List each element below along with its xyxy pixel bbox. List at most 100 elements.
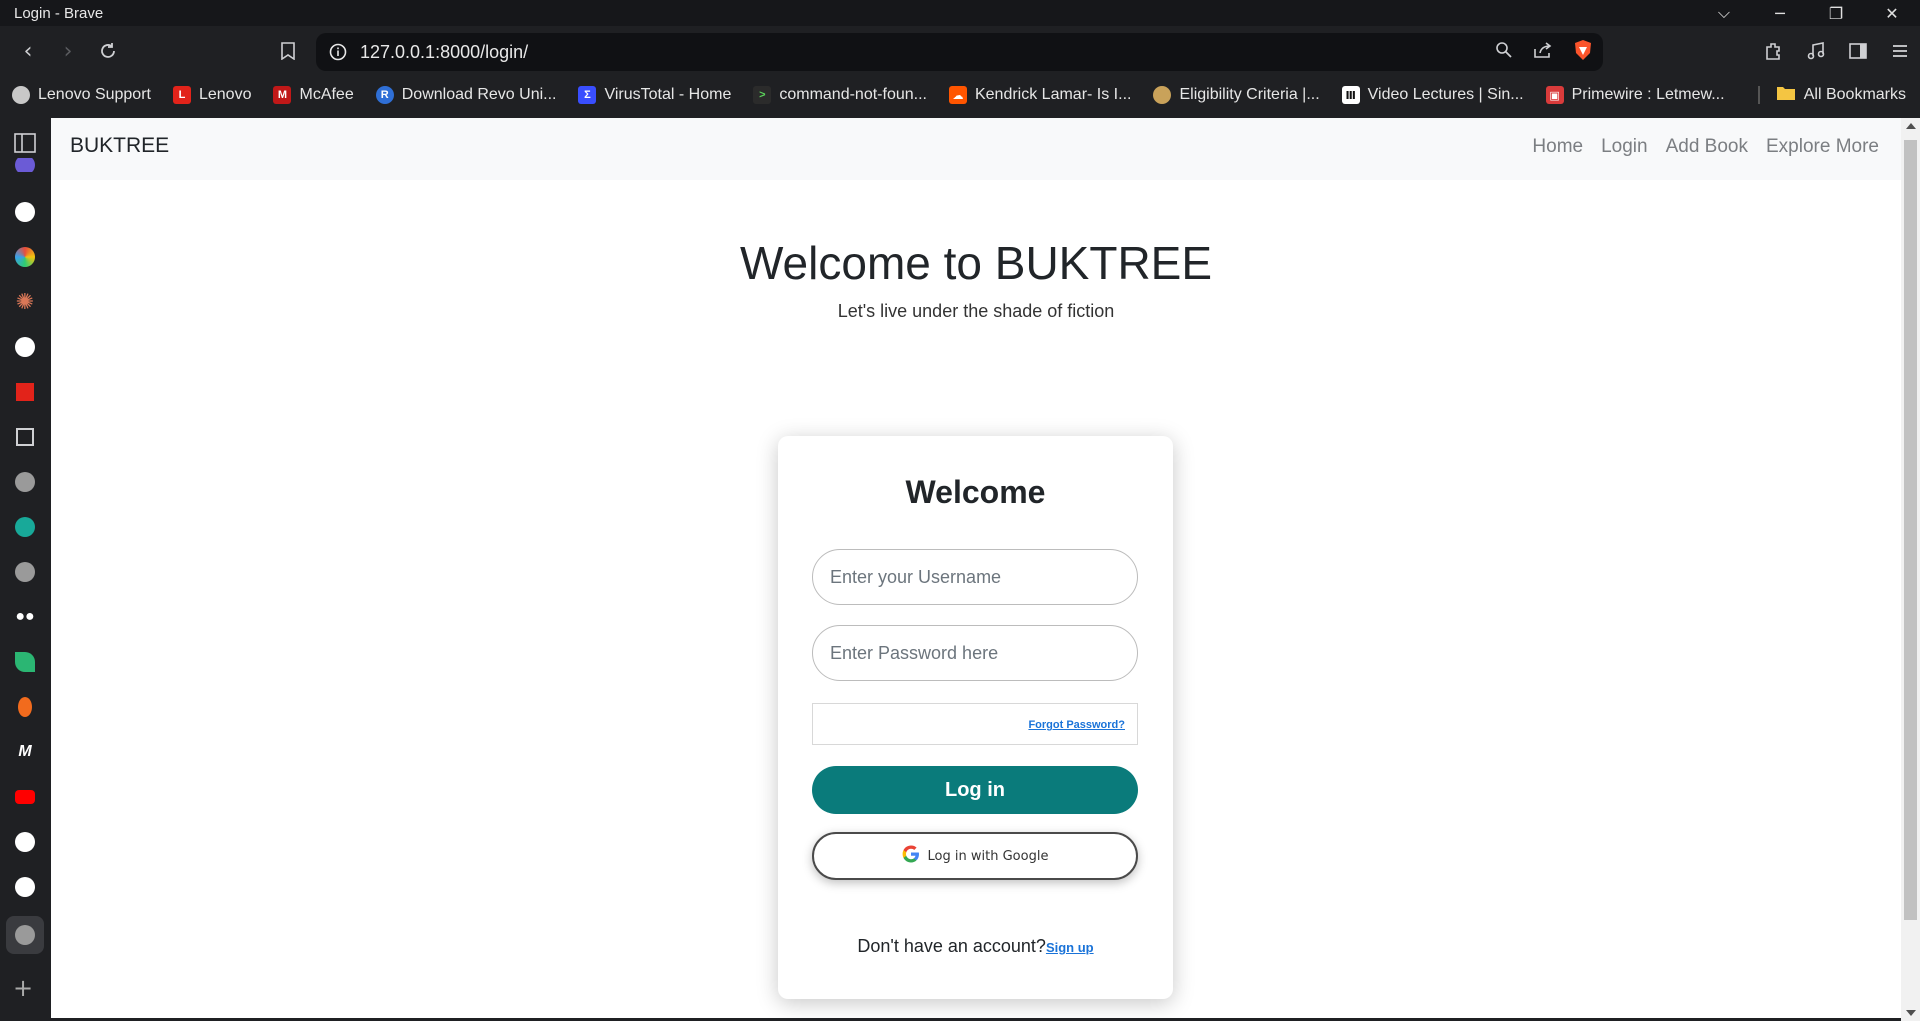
bookmark-label: command-not-foun... — [779, 86, 927, 103]
restore-icon[interactable]: ❐ — [1808, 0, 1864, 26]
minimize-icon[interactable]: ─ — [1752, 0, 1808, 26]
bookmark-label: Lenovo — [198, 86, 252, 103]
tab-search-icon[interactable]: ⌵ — [1696, 0, 1752, 26]
extensions-icon[interactable] — [1762, 39, 1786, 63]
fire-icon[interactable] — [12, 694, 38, 720]
m-icon[interactable]: M — [12, 739, 38, 765]
bookmark-label: Download Revo Uni... — [401, 86, 557, 103]
site-info-icon[interactable] — [316, 43, 360, 61]
bookmark-item[interactable]: Eligibility Criteria |... — [1153, 86, 1320, 104]
github-icon[interactable] — [12, 829, 38, 855]
globe-icon[interactable] — [12, 559, 38, 585]
forgot-password-row: Forgot Password? — [812, 703, 1138, 745]
lenovo-icon: L — [172, 86, 191, 104]
google-icon — [902, 845, 920, 867]
sidebar-toggle-icon[interactable] — [1846, 39, 1870, 63]
reader-icon[interactable] — [12, 424, 38, 450]
nav-link-home[interactable]: Home — [1532, 136, 1583, 158]
site-nav-links: Home Login Add Book Explore More — [1532, 136, 1879, 158]
url-text[interactable]: 127.0.0.1:8000/login/ — [360, 42, 528, 63]
browser-toolbar: ‹ › 127.0.0.1:8000/login/ — [0, 26, 1920, 76]
address-bar[interactable]: 127.0.0.1:8000/login/ — [316, 33, 1603, 71]
signup-link[interactable]: Sign up — [1046, 940, 1094, 955]
username-input[interactable] — [812, 549, 1138, 605]
globe-icon — [12, 86, 30, 104]
sidebar-panel-icon[interactable] — [12, 130, 38, 156]
window-title: Login - Brave — [14, 4, 104, 22]
login-button[interactable]: Log in — [812, 766, 1138, 814]
github-icon[interactable] — [12, 199, 38, 225]
bookmark-item[interactable]: ☁ Kendrick Lamar- Is I... — [948, 86, 1132, 104]
bookmark-icon[interactable] — [268, 31, 308, 71]
google-login-button[interactable]: Log in with Google — [812, 832, 1138, 880]
scroll-up-icon[interactable] — [1906, 123, 1916, 129]
bookmark-item[interactable]: Σ VirusTotal - Home — [578, 86, 731, 104]
globe-icon[interactable] — [12, 469, 38, 495]
scrollbar-thumb[interactable] — [1904, 140, 1917, 920]
red-app-icon[interactable] — [12, 379, 38, 405]
add-panel-icon[interactable]: + — [13, 974, 33, 1002]
menu-icon[interactable] — [1888, 39, 1912, 63]
bookmark-label: Video Lectures | Sin... — [1367, 86, 1524, 103]
bookmark-label: Primewire : Letmew... — [1571, 86, 1725, 103]
eligibility-icon — [1153, 86, 1172, 104]
zoom-icon[interactable] — [1495, 41, 1513, 64]
colorful-app-icon[interactable] — [12, 244, 38, 270]
terminal-icon: > — [753, 86, 772, 104]
back-icon[interactable]: ‹ — [8, 31, 48, 71]
bookmark-item[interactable]: Lenovo Support — [12, 86, 151, 104]
window-titlebar: Login - Brave ⌵ ─ ❐ ✕ — [0, 0, 1920, 26]
reload-icon[interactable] — [88, 31, 128, 71]
bookmark-item[interactable]: Ⅲ Video Lectures | Sin... — [1341, 86, 1524, 104]
bookmark-item[interactable]: > command-not-foun... — [753, 86, 927, 104]
bookmark-label: VirusTotal - Home — [604, 86, 732, 103]
site-brand[interactable]: BUKTREE — [70, 134, 169, 158]
page-viewport: BUKTREE Home Login Add Book Explore More… — [51, 118, 1901, 1018]
login-card-title: Welcome — [905, 474, 1046, 510]
close-icon[interactable]: ✕ — [1864, 0, 1920, 26]
leaf-icon[interactable] — [12, 649, 38, 675]
all-bookmarks-button[interactable]: All Bookmarks — [1776, 76, 1906, 114]
password-input[interactable] — [812, 625, 1138, 681]
bookmark-label: Kendrick Lamar- Is I... — [974, 86, 1132, 103]
signup-row: Don't have an account?Sign up — [778, 936, 1173, 957]
bookmark-item[interactable]: L Lenovo — [172, 86, 252, 104]
medium-icon[interactable]: ●● — [12, 604, 38, 630]
google-login-label: Log in with Google — [927, 848, 1049, 864]
brave-shields-icon[interactable] — [1573, 39, 1593, 66]
globe-icon[interactable] — [6, 916, 44, 954]
github-icon[interactable] — [12, 334, 38, 360]
bookmarks-separator — [1758, 86, 1760, 104]
bookmark-item[interactable]: M McAfee — [273, 86, 354, 104]
lectures-icon: Ⅲ — [1341, 86, 1360, 104]
share-icon[interactable] — [1533, 41, 1553, 64]
primewire-icon: ▣ — [1545, 86, 1564, 104]
no-account-text: Don't have an account? — [857, 936, 1046, 956]
all-bookmarks-label: All Bookmarks — [1803, 86, 1906, 103]
bookmark-label: Eligibility Criteria |... — [1179, 86, 1320, 103]
scroll-down-icon[interactable] — [1906, 1010, 1916, 1016]
hero-title: Welcome to BUKTREE — [739, 237, 1213, 289]
browser-sidebar: ✺ ●● M + — [0, 114, 51, 1021]
feather-icon[interactable] — [12, 514, 38, 540]
nav-link-add-book[interactable]: Add Book — [1666, 136, 1748, 158]
bookmark-item[interactable]: R Download Revo Uni... — [375, 86, 557, 104]
nav-link-login[interactable]: Login — [1601, 136, 1648, 158]
folder-icon — [1776, 85, 1796, 106]
bookmark-item[interactable]: ▣ Primewire : Letmew... — [1545, 86, 1725, 104]
revo-icon: R — [375, 86, 394, 104]
youtube-icon[interactable] — [12, 784, 38, 810]
mcafee-icon: M — [273, 86, 292, 104]
github-icon[interactable] — [12, 874, 38, 900]
bookmarks-bar: Lenovo Support L Lenovo M McAfee R Download… — [0, 76, 1920, 114]
devtools-icon[interactable] — [12, 158, 38, 172]
forward-icon[interactable]: › — [48, 31, 88, 71]
claude-icon[interactable]: ✺ — [12, 289, 38, 315]
page-scrollbar[interactable] — [1901, 118, 1920, 1021]
media-icon[interactable] — [1804, 39, 1828, 63]
login-card: Welcome Forgot Password? Log in Log in w… — [778, 436, 1173, 999]
hero-subtitle: Let's live under the shade of fiction — [837, 301, 1115, 321]
forgot-password-link[interactable]: Forgot Password? — [1028, 719, 1125, 731]
nav-link-explore-more[interactable]: Explore More — [1766, 136, 1879, 158]
site-navbar: BUKTREE Home Login Add Book Explore More — [51, 118, 1901, 180]
